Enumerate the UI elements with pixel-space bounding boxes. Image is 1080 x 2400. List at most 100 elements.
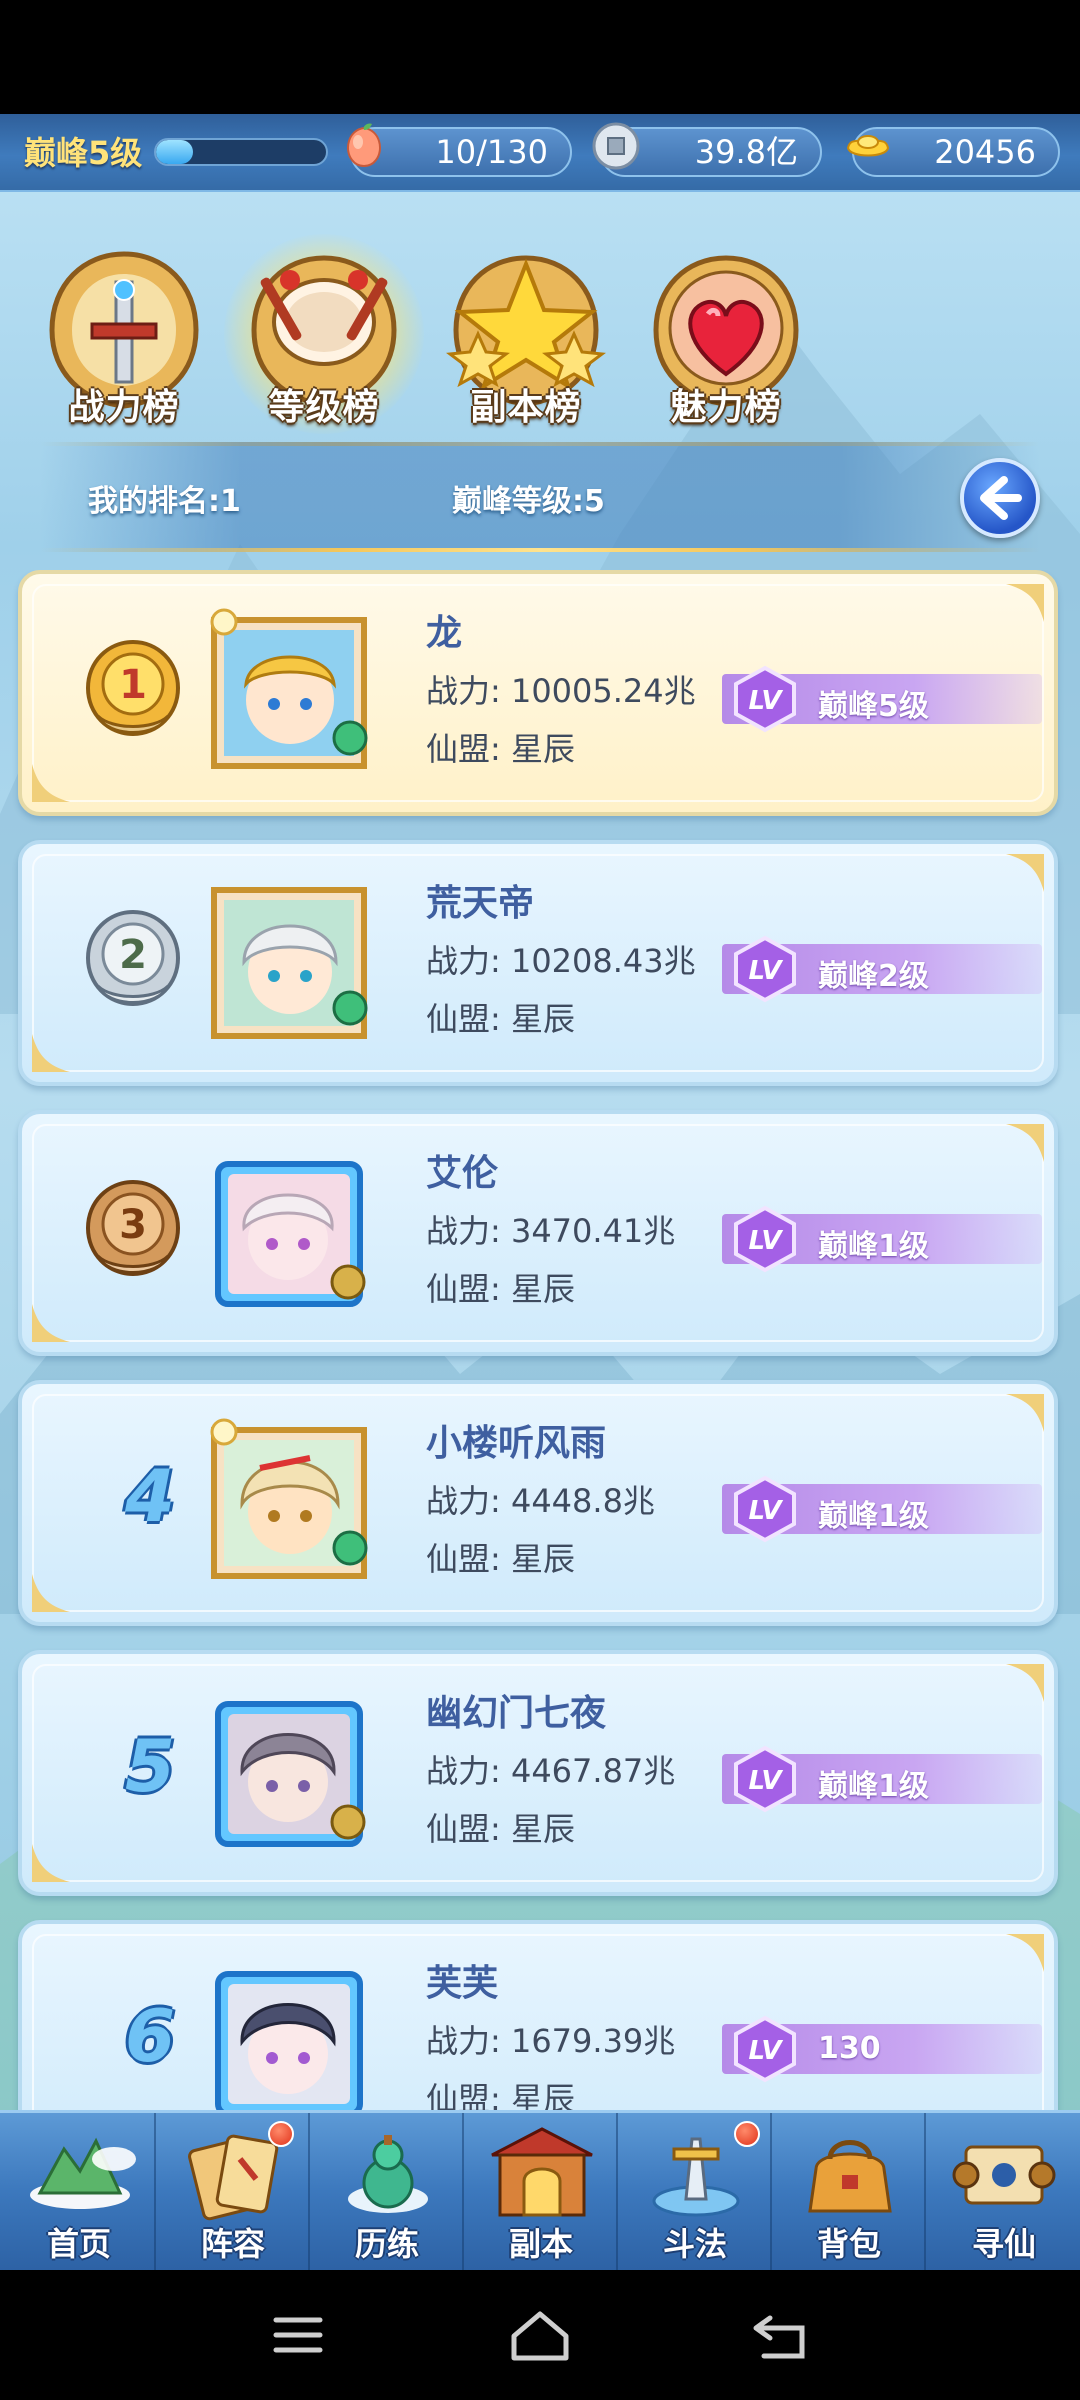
- peach-icon: [347, 123, 381, 167]
- ranking-row[interactable]: 1 龙 战力: 10005.24兆 仙盟: 星辰 LV 巅峰5级: [18, 570, 1058, 816]
- my-rank-label: 我的排名:1: [88, 484, 241, 519]
- player-power: 战力: 10005.24兆: [426, 672, 696, 710]
- ranking-row[interactable]: 3 艾伦 战力: 3470.41兆 仙盟: 星辰 LV 巅峰1级: [18, 1110, 1058, 1356]
- player-power: 战力: 10208.43兆: [426, 942, 696, 980]
- nav-home[interactable]: 首页: [4, 2113, 156, 2270]
- gold-divider-bottom: [40, 548, 1040, 552]
- tab-level-ranking[interactable]: 等级榜: [224, 234, 424, 434]
- ranking-list[interactable]: 1 龙 战力: 10005.24兆 仙盟: 星辰 LV 巅峰5级 2 荒天帝 战…: [0, 570, 1080, 2232]
- stamina-value: 10/130: [435, 133, 548, 171]
- player-avatar[interactable]: [200, 608, 376, 778]
- corner-ornament-icon: [1006, 1124, 1044, 1162]
- nav-home-label: 首页: [46, 2225, 111, 2263]
- leaderboard-screen: 巅峰5级 10/130 39.8亿 20456 战力榜 等级榜 副本榜 魅力榜 …: [0, 114, 1080, 2270]
- nav-seek-immortal[interactable]: 寻仙: [928, 2113, 1080, 2270]
- tab-power-ranking[interactable]: 战力榜: [24, 234, 224, 434]
- corner-ornament-icon: [1006, 854, 1044, 892]
- silver-value: 39.8亿: [694, 133, 798, 171]
- ranking-row[interactable]: 5 幽幻门七夜 战力: 4467.87兆 仙盟: 星辰 LV 巅峰1级: [18, 1650, 1058, 1896]
- xp-progress-fill: [156, 140, 194, 164]
- nav-dungeon-label: 副本: [508, 2225, 573, 2263]
- notification-dot: [268, 2121, 294, 2147]
- medal-rank-number: 2: [119, 932, 147, 978]
- bronze-medal-icon: 3: [85, 1179, 181, 1277]
- my-peak-level-label: 巅峰等级:5: [452, 484, 605, 519]
- nav-seek-immortal-label: 寻仙: [971, 2225, 1036, 2263]
- player-level: 巅峰5级: [818, 689, 929, 724]
- lv-badge-label: LV: [748, 2036, 783, 2066]
- player-level: 130: [818, 2031, 881, 2066]
- corner-ornament-icon: [1006, 1934, 1044, 1972]
- ranking-row[interactable]: 2 荒天帝 战力: 10208.43兆 仙盟: 星辰 LV 巅峰2级: [18, 840, 1058, 1086]
- recent-apps-icon[interactable]: [258, 2300, 338, 2370]
- lv-badge-label: LV: [748, 1496, 783, 1526]
- player-power: 战力: 4448.8兆: [426, 1482, 655, 1520]
- notification-dot: [734, 2121, 760, 2147]
- lv-badge-icon: LV: [734, 935, 796, 1003]
- nav-dungeon[interactable]: 副本: [466, 2113, 618, 2270]
- lv-badge-icon: LV: [734, 665, 796, 733]
- player-avatar[interactable]: [200, 1688, 376, 1858]
- lv-badge-icon: LV: [734, 2015, 796, 2083]
- scroll-icon: [952, 2145, 1056, 2205]
- rank-number: 5: [124, 1724, 176, 1808]
- tab-power-label: 战力榜: [68, 387, 180, 428]
- player-avatar[interactable]: [200, 1958, 376, 2128]
- peak-level-label: 巅峰5级: [24, 134, 143, 172]
- back-icon[interactable]: [742, 2300, 822, 2370]
- gold-medal-icon: 1: [85, 639, 181, 737]
- back-arrow-icon: [980, 476, 1022, 520]
- nav-bag[interactable]: 背包: [774, 2113, 926, 2270]
- nav-lineup-label: 阵容: [200, 2225, 265, 2263]
- player-avatar[interactable]: [200, 1148, 376, 1318]
- lv-badge-label: LV: [748, 686, 783, 716]
- tab-dungeon-ranking[interactable]: 副本榜: [426, 234, 626, 434]
- corner-ornament-icon: [32, 1574, 70, 1612]
- player-level: 巅峰1级: [818, 1229, 929, 1264]
- gold-value: 20456: [934, 133, 1036, 171]
- rank-number: 4: [124, 1454, 176, 1538]
- gourd-icon: [348, 2135, 428, 2213]
- resource-bar: 巅峰5级 10/130 39.8亿 20456: [0, 114, 1080, 192]
- home-icon[interactable]: [500, 2300, 580, 2370]
- nav-duel[interactable]: 斗法: [620, 2113, 772, 2270]
- player-name: 芙芙: [426, 1963, 499, 2004]
- nav-bag-label: 背包: [816, 2225, 881, 2263]
- lv-badge-label: LV: [748, 956, 783, 986]
- player-level: 巅峰1级: [818, 1499, 929, 1534]
- system-navigation-bar: [0, 2270, 1080, 2400]
- gold-ingot-icon: [846, 135, 890, 157]
- player-name: 龙: [426, 613, 463, 654]
- tab-charm-ranking[interactable]: 魅力榜: [626, 234, 826, 434]
- back-button[interactable]: [960, 458, 1040, 538]
- ranking-row[interactable]: 4 小楼听风雨 战力: 4448.8兆 仙盟: 星辰 LV 巅峰1级: [18, 1380, 1058, 1626]
- bag-icon: [808, 2140, 892, 2213]
- dungeon-gate-icon: [491, 2127, 593, 2217]
- tab-charm-label: 魅力榜: [670, 387, 782, 428]
- player-avatar[interactable]: [200, 1418, 376, 1588]
- lv-badge-icon: LV: [734, 1475, 796, 1543]
- ranking-tabs: 战力榜 等级榜 副本榜 魅力榜: [0, 234, 1080, 434]
- player-guild: 仙盟: 星辰: [426, 1810, 575, 1848]
- corner-ornament-icon: [1006, 1664, 1044, 1702]
- player-guild: 仙盟: 星辰: [426, 1000, 575, 1038]
- player-avatar[interactable]: [200, 878, 376, 1048]
- tab-dungeon-label: 副本榜: [470, 387, 582, 428]
- player-guild: 仙盟: 星辰: [426, 730, 575, 768]
- nav-training[interactable]: 历练: [312, 2113, 464, 2270]
- lv-badge-label: LV: [748, 1766, 783, 1796]
- corner-ornament-icon: [1006, 584, 1044, 622]
- medal-rank-number: 3: [119, 1202, 147, 1248]
- player-level: 巅峰2级: [818, 959, 929, 994]
- corner-ornament-icon: [32, 1034, 70, 1072]
- corner-ornament-icon: [1006, 1394, 1044, 1432]
- bottom-nav: 首页 阵容 历练 副本 斗法 背包 寻仙: [0, 2110, 1080, 2270]
- player-power: 战力: 3470.41兆: [426, 1212, 676, 1250]
- corner-ornament-icon: [32, 764, 70, 802]
- player-power: 战力: 1679.39兆: [426, 2022, 676, 2060]
- nav-lineup[interactable]: 阵容: [158, 2113, 310, 2270]
- medal-rank-number: 1: [119, 662, 147, 708]
- home-island-icon: [30, 2137, 136, 2209]
- xp-progress-bar: [154, 138, 328, 166]
- lv-badge-label: LV: [748, 1226, 783, 1256]
